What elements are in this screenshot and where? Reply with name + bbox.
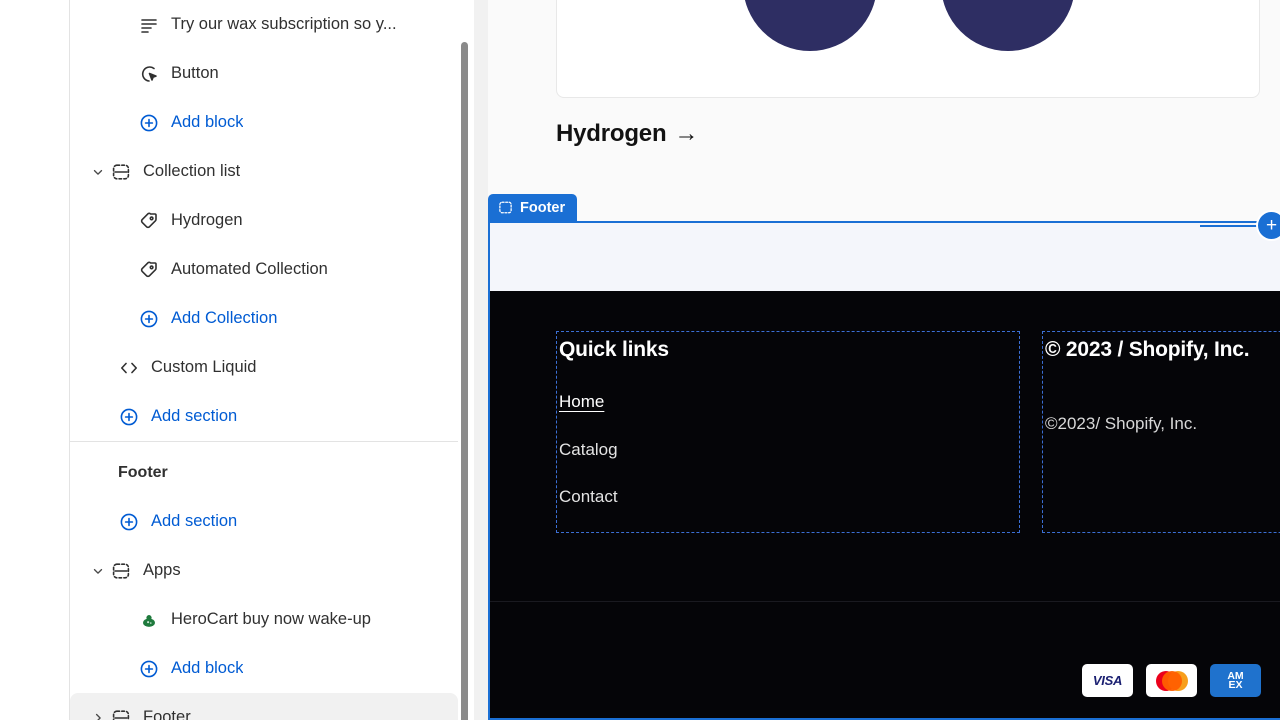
sidebar-item-label: Add section <box>151 407 238 425</box>
sidebar-item-try-our-wax-subscription-so-y[interactable]: Try our wax subscription so y... <box>70 0 458 49</box>
left-gutter <box>0 0 70 720</box>
sidebar-item-collection-list[interactable]: Collection list <box>70 147 458 196</box>
sidebar-item-add-collection[interactable]: Add Collection <box>70 294 458 343</box>
theme-editor-screen: Try our wax subscription so y... Button Ad… <box>0 0 1280 720</box>
plus-circle-icon <box>138 308 160 330</box>
sidebar-item-label: Automated Collection <box>171 260 328 278</box>
sidebar-item-add-block[interactable]: Add block <box>70 644 458 693</box>
sidebar-item-custom-liquid[interactable]: Custom Liquid <box>70 343 458 392</box>
sidebar-item-label: Custom Liquid <box>151 358 257 376</box>
hydrogen-link-label: Hydrogen <box>556 120 667 147</box>
cursor-click-icon <box>138 63 160 85</box>
footer-section-tab[interactable]: Footer <box>488 194 578 221</box>
section-icon <box>110 161 132 183</box>
sidebar-item-button[interactable]: Button <box>70 49 458 98</box>
sidebar-item-label: Button <box>171 64 219 82</box>
sidebar-item-label: Try our wax subscription so y... <box>171 15 397 33</box>
chevron-down-icon[interactable] <box>88 564 108 578</box>
store-preview-pane[interactable]: Hydrogen → Footer Quick links Home Catalo… <box>488 0 1280 720</box>
sidebar-item-label: Add block <box>171 659 244 677</box>
plus-circle-icon <box>118 406 140 428</box>
sidebar-item-add-section[interactable]: Add section <box>70 392 458 441</box>
sidebar-item-label: Apps <box>143 561 181 579</box>
section-icon <box>498 200 513 215</box>
sidebar-item-label: Add section <box>151 512 238 530</box>
sidebar-item-label: HeroCart buy now wake-up <box>171 610 371 628</box>
section-list-sidebar[interactable]: Try our wax subscription so y... Button Ad… <box>70 0 458 720</box>
tag-icon <box>138 210 160 232</box>
section-icon <box>110 560 132 582</box>
text-lines-icon <box>138 14 160 36</box>
herocart-app-icon <box>138 609 160 631</box>
hydrogen-collection-link[interactable]: Hydrogen → <box>556 120 698 148</box>
sidebar-item-hydrogen[interactable]: Hydrogen <box>70 196 458 245</box>
sidebar-scrollbar-thumb[interactable] <box>461 42 468 720</box>
sidebar-item-automated-collection[interactable]: Automated Collection <box>70 245 458 294</box>
code-icon <box>118 357 140 379</box>
selected-section-outline <box>488 221 1280 720</box>
sidebar-item-label: Hydrogen <box>171 211 243 229</box>
product-image-2 <box>941 0 1075 51</box>
sidebar-item-apps[interactable]: Apps <box>70 546 458 595</box>
add-section-connector <box>1200 225 1262 227</box>
sidebar-item-label: Add Collection <box>171 309 278 327</box>
section-icon <box>110 707 132 720</box>
collection-card-strip <box>556 0 1260 98</box>
sidebar-item-add-block[interactable]: Add block <box>70 98 458 147</box>
sidebar-item-herocart-buy-now-wake-up[interactable]: HeroCart buy now wake-up <box>70 595 458 644</box>
add-section-button[interactable]: + <box>1258 212 1280 239</box>
arrow-right-icon: → <box>674 120 699 147</box>
product-image-1 <box>743 0 877 51</box>
sidebar-item-label: Footer <box>118 463 168 481</box>
sidebar-item-label: Footer <box>143 708 191 720</box>
plus-circle-icon <box>138 658 160 680</box>
tag-icon <box>138 259 160 281</box>
sidebar-item-label: Collection list <box>143 162 241 180</box>
chevron-down-icon[interactable] <box>88 165 108 179</box>
sidebar-item-footer: Footer <box>70 448 458 497</box>
sidebar-item-add-section[interactable]: Add section <box>70 497 458 546</box>
plus-circle-icon <box>138 112 160 134</box>
sidebar-item-label: Add block <box>171 113 244 131</box>
plus-icon: + <box>1265 215 1278 236</box>
sidebar-item-footer[interactable]: Footer <box>70 693 458 720</box>
footer-section-tab-label: Footer <box>520 199 566 216</box>
chevron-right-icon[interactable] <box>88 711 108 720</box>
plus-circle-icon <box>118 511 140 533</box>
sidebar-edge-strip <box>474 0 488 720</box>
